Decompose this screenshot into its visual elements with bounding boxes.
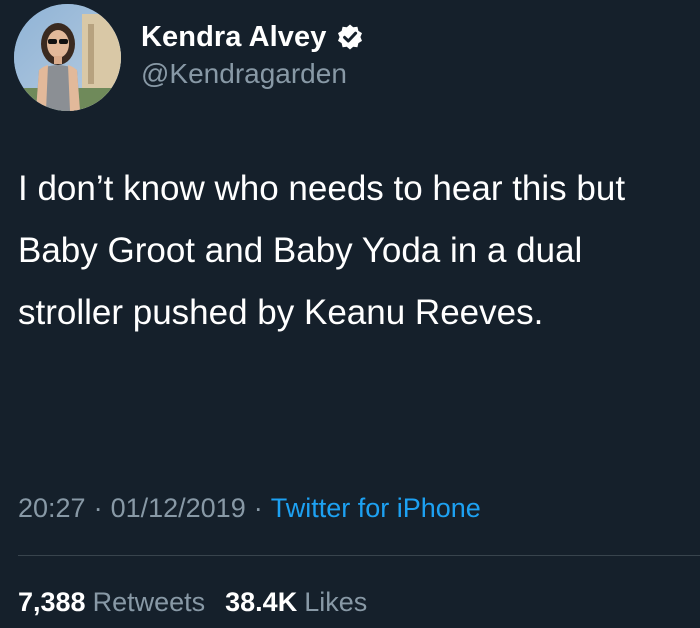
likes-stat[interactable]: 38.4K Likes <box>225 587 367 618</box>
display-name[interactable]: Kendra Alvey <box>141 21 326 54</box>
tweet-source-link[interactable]: Twitter for iPhone <box>271 493 481 524</box>
likes-label: Likes <box>304 586 368 617</box>
meta-separator: · <box>253 492 263 523</box>
tweet-metadata: 20:27 · 01/12/2019 · Twitter for iPhone <box>18 488 481 528</box>
tweet-text: I don’t know who needs to hear this but … <box>18 169 626 332</box>
retweets-label: Retweets <box>92 586 206 617</box>
tweet-stats: 7,388 Retweets 38.4K Likes <box>18 582 387 622</box>
author-name-row: Kendra Alvey <box>141 18 364 56</box>
avatar[interactable] <box>14 4 121 111</box>
tweet-card: Kendra Alvey @Kendragarden I don’t know … <box>0 0 700 628</box>
retweets-count: 7,388 <box>18 586 86 617</box>
user-handle[interactable]: @Kendragarden <box>141 58 347 90</box>
tweet-date[interactable]: 01/12/2019 <box>111 493 246 524</box>
tweet-time[interactable]: 20:27 <box>18 493 86 524</box>
verified-badge-icon <box>338 24 363 50</box>
retweets-stat[interactable]: 7,388 Retweets <box>18 587 205 618</box>
meta-separator: · <box>93 492 103 523</box>
divider <box>18 555 700 556</box>
likes-count: 38.4K <box>225 586 298 617</box>
